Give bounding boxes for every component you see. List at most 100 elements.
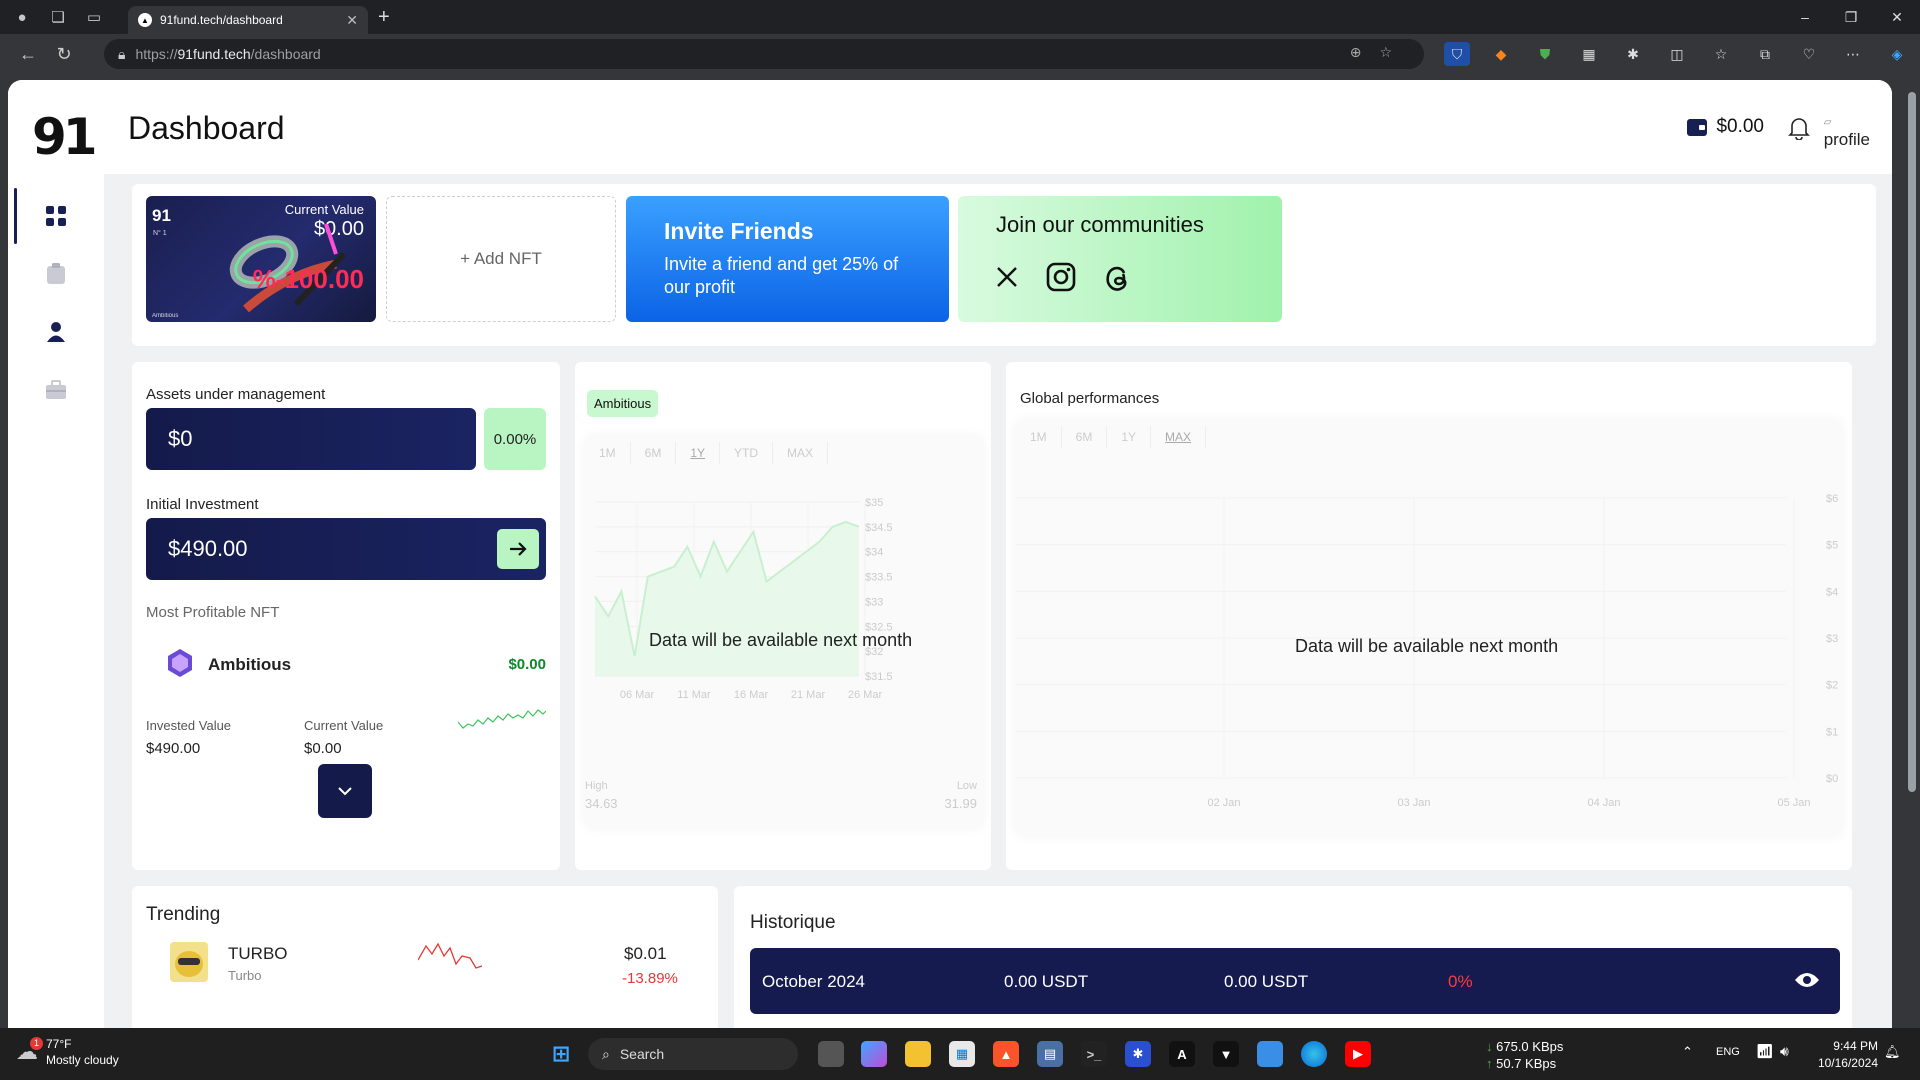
nft-chart-card: Ambitious 1M 6M 1Y YTD MAX $35 $34.5 $34 $3… — [575, 362, 991, 870]
split-screen-icon[interactable]: ◫ — [1664, 42, 1690, 66]
x-tick-label: 11 Mar — [677, 689, 711, 701]
qr-extension-icon[interactable]: ▦ — [1576, 42, 1602, 66]
page-scrollbar[interactable] — [1904, 74, 1920, 1028]
clock-date: 10/16/2024 — [1817, 1056, 1878, 1070]
clock[interactable]: 9:44 PM 10/16/2024 — [1818, 1038, 1878, 1072]
copilot-app-icon[interactable] — [861, 1041, 887, 1067]
top-header: Dashboard $0.00 ▱ profile — [104, 80, 1892, 174]
windows-taskbar: ☁ 1 77°F Mostly cloudy ⊞ ⌕ Search ▦ ▲ ▤ >… — [0, 1028, 1920, 1080]
x-icon[interactable] — [996, 266, 1018, 288]
edge-browser-icon[interactable] — [1301, 1041, 1327, 1067]
chevron-down-icon — [338, 787, 352, 796]
wifi-icon[interactable]: 📶︎ — [1756, 1043, 1774, 1060]
bluetooth-app-icon[interactable]: ✱ — [1125, 1041, 1151, 1067]
aum-label: Assets under management — [146, 386, 326, 403]
metamask-icon[interactable]: ◆ — [1488, 42, 1514, 66]
eye-icon[interactable] — [1794, 970, 1820, 990]
table-row[interactable]: October 2024 0.00 USDT 0.00 USDT 0% — [750, 948, 1840, 1014]
youtube-app-icon[interactable]: ▶ — [1345, 1041, 1371, 1067]
invite-friends-card[interactable]: Invite Friends Invite a friend and get 2… — [626, 196, 949, 322]
brave-browser-icon[interactable]: ▲ — [993, 1041, 1019, 1067]
list-item[interactable]: TURBO Turbo $0.01 -13.89% — [132, 936, 718, 996]
weather-widget[interactable]: ☁ 1 77°F Mostly cloudy — [16, 1036, 119, 1068]
communities-card: Join our communities — [958, 196, 1282, 322]
close-window-icon[interactable]: ✕ — [1874, 0, 1920, 34]
search-placeholder: Search — [619, 1046, 665, 1062]
weather-temperature: 77°F — [46, 1037, 72, 1051]
minimize-icon[interactable]: – — [1782, 0, 1828, 34]
y-tick-label: $31.5 — [865, 671, 893, 683]
x-tick-label: 26 Mar — [848, 689, 883, 701]
copilot-icon[interactable]: ◈ — [1884, 42, 1910, 66]
network-speed: ↓ 675.0 KBps ↑ 50.7 KBps — [1486, 1039, 1564, 1071]
workspaces-icon[interactable]: ❏ — [44, 3, 72, 31]
global-performance-title: Global performances — [1020, 390, 1160, 407]
nft-thumbnail-card[interactable]: 91 N° 1 Current Value $0.00 %-100.00 Amb… — [146, 196, 376, 322]
restore-icon[interactable]: ❐ — [1828, 0, 1874, 34]
extensions-icon[interactable]: ✱ — [1620, 42, 1646, 66]
collections-icon[interactable]: ⧉ — [1752, 42, 1778, 66]
expand-chevron-button[interactable] — [318, 764, 372, 818]
notifications-bell-icon[interactable]: 🔔︎ — [1884, 1044, 1901, 1060]
y-tick-label: $1 — [1826, 726, 1838, 738]
back-icon[interactable]: ← — [10, 44, 46, 65]
low-value: 31.99 — [944, 796, 977, 811]
weather-description: Mostly cloudy — [46, 1053, 119, 1067]
history-amount-2: 0.00 USDT — [1224, 972, 1309, 991]
app-logo[interactable]: 91 — [32, 108, 98, 166]
scrollbar-thumb[interactable] — [1908, 92, 1916, 792]
new-tab-icon[interactable]: + — [378, 6, 390, 29]
zoom-and-favorite-icons[interactable]: ⊕☆ — [1350, 44, 1410, 61]
threads-icon[interactable] — [1104, 262, 1132, 292]
editor-app-icon[interactable]: A — [1169, 1041, 1195, 1067]
profile-image[interactable]: ▱ profile — [1824, 110, 1870, 150]
task-manager-icon[interactable]: ▤ — [1037, 1041, 1063, 1067]
sidebar-item-dashboard[interactable] — [8, 188, 104, 244]
tray-overflow-icon[interactable]: ⌃ — [1682, 1044, 1693, 1060]
sidebar-item-portfolio[interactable] — [8, 246, 104, 302]
bitwarden-icon[interactable]: ⛉ — [1444, 42, 1470, 66]
profile-avatar-icon[interactable]: ● — [8, 3, 36, 31]
url-bar[interactable]: 🔒︎ https://91fund.tech/dashboard ⊕☆ — [104, 39, 1424, 69]
arrow-right-icon — [510, 542, 527, 556]
initial-investment-value: $490.00 — [168, 536, 248, 561]
more-menu-icon[interactable]: ⋯ — [1840, 42, 1866, 66]
terminal-icon[interactable]: >_ — [1081, 1041, 1107, 1067]
favorites-icon[interactable]: ☆ — [1708, 42, 1734, 66]
bell-icon[interactable] — [1788, 116, 1810, 140]
aum-change-badge: 0.00% — [484, 408, 546, 470]
nft-chart-badge[interactable]: Ambitious — [587, 390, 659, 417]
vpn-app-icon[interactable]: ▼ — [1213, 1041, 1239, 1067]
trending-name: Turbo — [228, 968, 262, 983]
volume-icon[interactable]: 🔊︎ — [1780, 1043, 1789, 1060]
sidebar-item-account[interactable] — [8, 304, 104, 360]
trending-card: Trending TURBO Turbo $0.01 -13.89% — [132, 886, 718, 1028]
windows-start-icon[interactable]: ⊞ — [548, 1041, 574, 1067]
refresh-icon[interactable]: ↻ — [46, 44, 82, 65]
wallet-balance[interactable]: $0.00 — [1687, 116, 1764, 138]
shield-extension-icon[interactable]: ⛊ — [1532, 42, 1558, 66]
site-favicon-icon: ▲ — [138, 13, 152, 27]
close-tab-icon[interactable]: ✕ — [346, 12, 358, 29]
taskbar-search[interactable]: ⌕ Search — [588, 1038, 798, 1070]
browser-essentials-icon[interactable]: ♡ — [1796, 42, 1822, 66]
invite-title: Invite Friends — [664, 218, 814, 244]
tab-dashboard[interactable]: ▲ 91fund.tech/dashboard ✕ — [128, 6, 368, 34]
instagram-icon[interactable] — [1046, 262, 1076, 292]
file-explorer-icon[interactable] — [905, 1041, 931, 1067]
sidebar-item-wallet[interactable] — [8, 362, 104, 418]
clipboard-icon — [47, 263, 65, 284]
profitable-nft-name[interactable]: Ambitious — [208, 655, 291, 675]
nft-chart-panel: 1M 6M 1Y YTD MAX $35 $34.5 $34 $33.5 $33 $32.… — [585, 436, 983, 828]
photos-app-icon[interactable] — [1257, 1041, 1283, 1067]
lock-icon[interactable]: 🔒︎ — [118, 46, 125, 63]
vertical-tabs-icon[interactable]: ▭ — [80, 3, 108, 31]
task-view-icon[interactable] — [818, 1041, 844, 1067]
language-indicator[interactable]: ENG — [1716, 1046, 1740, 1058]
url-path: /dashboard — [250, 46, 321, 62]
add-nft-button[interactable]: + Add NFT — [386, 196, 616, 322]
initial-investment-arrow-button[interactable] — [497, 529, 539, 569]
tab-title: 91fund.tech/dashboard — [160, 13, 283, 27]
y-tick-label: $33 — [865, 596, 883, 608]
store-icon[interactable]: ▦ — [949, 1041, 975, 1067]
